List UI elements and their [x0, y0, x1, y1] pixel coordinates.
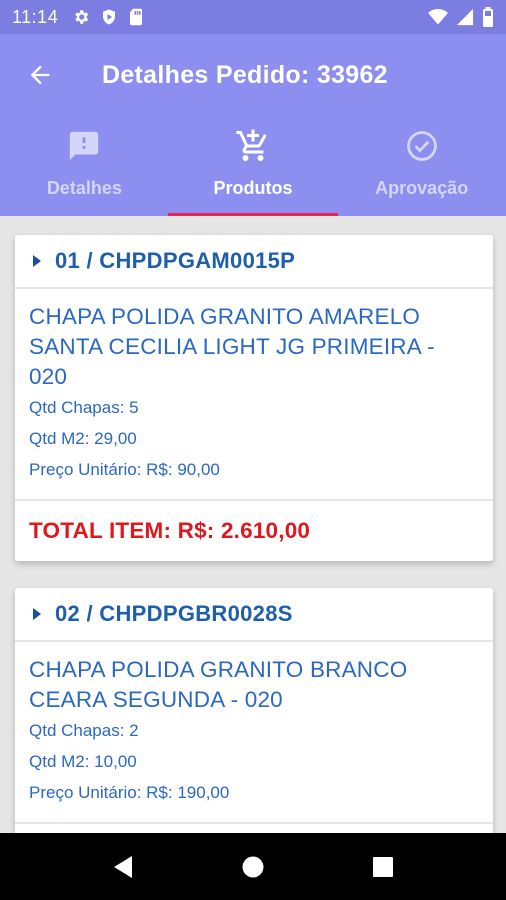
- product-card-footer: TOTAL ITEM: R$: 2.610,00: [15, 501, 493, 561]
- alert-message-icon: [67, 128, 101, 164]
- nav-back-button[interactable]: [105, 849, 141, 885]
- preco-unitario: Preço Unitário: R$: 190,00: [29, 783, 230, 802]
- card-divider: [15, 822, 493, 824]
- preco-unitario: Preço Unitário: R$: 90,00: [29, 460, 220, 479]
- product-card: 02 / CHPDPGBR0028S CHAPA POLIDA GRANITO …: [15, 588, 493, 833]
- status-icons-left: [72, 8, 144, 26]
- nav-recents-button[interactable]: [365, 849, 401, 885]
- sd-card-icon: [128, 8, 144, 26]
- tab-detalhes[interactable]: Detalhes: [0, 116, 169, 216]
- qtd-chapas: Qtd Chapas: 5: [29, 398, 139, 417]
- item-code: 01 / CHPDPGAM0015P: [55, 248, 296, 273]
- caret-right-icon: [33, 608, 41, 620]
- back-triangle-icon: [114, 855, 132, 878]
- status-icons-right: [428, 7, 494, 27]
- qtd-m2: Qtd M2: 10,00: [29, 752, 137, 771]
- products-list[interactable]: 01 / CHPDPGAM0015P CHAPA POLIDA GRANITO …: [0, 216, 506, 833]
- arrow-left-icon: [30, 65, 50, 85]
- status-time: 11:14: [12, 6, 59, 27]
- app-bar: Detalhes Pedido: 33962 Detalhes Produtos…: [0, 34, 506, 216]
- cart-plus-icon: [235, 128, 271, 164]
- shield-play-icon: [100, 8, 118, 26]
- home-circle-icon: [242, 856, 264, 877]
- tab-bar: Detalhes Produtos Aprovação: [0, 116, 506, 216]
- page-title: Detalhes Pedido: 33962: [102, 60, 388, 89]
- product-card-header[interactable]: 01 / CHPDPGAM0015P: [15, 235, 493, 289]
- caret-right-icon: [33, 255, 41, 267]
- product-name-line: CEARA SEGUNDA - 020: [29, 687, 283, 712]
- signal-icon: [456, 8, 474, 26]
- recents-square-icon: [373, 856, 393, 877]
- status-bar: 11:14: [0, 0, 506, 34]
- product-name-line: 020: [29, 364, 68, 389]
- product-name-line: CHAPA POLIDA GRANITO BRANCO: [29, 657, 408, 682]
- total-item: TOTAL ITEM: R$: 2.610,00: [29, 518, 311, 543]
- gear-icon: [72, 8, 90, 26]
- tab-produtos[interactable]: Produtos: [169, 116, 338, 216]
- toolbar: Detalhes Pedido: 33962: [0, 34, 506, 116]
- product-name: CHAPA POLIDA GRANITO AMARELO SANTA CECIL…: [29, 302, 479, 392]
- tab-label: Detalhes: [46, 178, 122, 198]
- tab-aprovacao[interactable]: Aprovação: [337, 116, 506, 216]
- product-name-line: CHAPA POLIDA GRANITO AMARELO: [29, 304, 421, 329]
- tab-label: Produtos: [213, 178, 293, 198]
- product-card: 01 / CHPDPGAM0015P CHAPA POLIDA GRANITO …: [15, 235, 493, 561]
- back-button[interactable]: [24, 59, 56, 91]
- qtd-chapas: Qtd Chapas: 2: [29, 721, 139, 740]
- product-card-body: CHAPA POLIDA GRANITO AMARELO SANTA CECIL…: [15, 289, 493, 485]
- product-name: CHAPA POLIDA GRANITO BRANCO CEARA SEGUND…: [29, 655, 479, 715]
- qtd-m2: Qtd M2: 29,00: [29, 429, 137, 448]
- item-code: 02 / CHPDPGBR0028S: [55, 601, 293, 626]
- tab-label: Aprovação: [375, 178, 469, 198]
- battery-icon: [482, 7, 494, 27]
- wifi-icon: [428, 8, 448, 26]
- system-nav-bar: [0, 833, 506, 900]
- check-circle-icon: [405, 128, 439, 164]
- product-card-body: CHAPA POLIDA GRANITO BRANCO CEARA SEGUND…: [15, 642, 493, 808]
- nav-home-button[interactable]: [235, 849, 271, 885]
- product-card-header[interactable]: 02 / CHPDPGBR0028S: [15, 588, 493, 642]
- product-name-line: SANTA CECILIA LIGHT JG PRIMEIRA -: [29, 334, 435, 359]
